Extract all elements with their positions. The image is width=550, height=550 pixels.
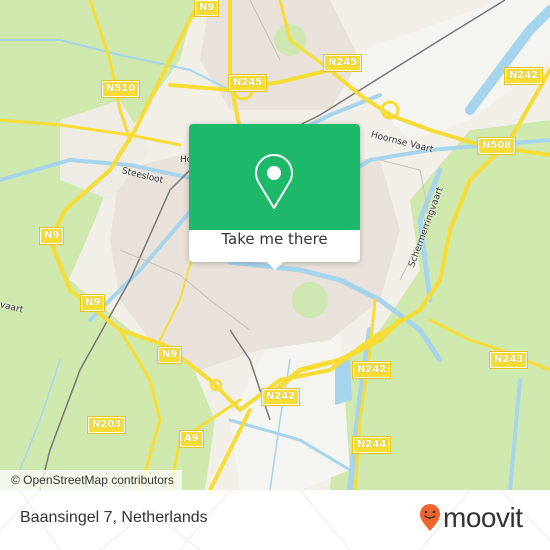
road-shield-n9: N9 <box>193 0 220 17</box>
destination-popup[interactable]: Take me there <box>189 124 360 270</box>
road-shield-n9: N9 <box>38 227 65 245</box>
moovit-wordmark: moovit <box>443 502 523 533</box>
moovit-logo[interactable]: moovit <box>419 500 523 536</box>
map[interactable]: N9 N245 N245 N242 N510 N508 N9 N9 N9 N24… <box>0 0 550 490</box>
road-shield-n245: N245 <box>322 54 363 72</box>
map-attribution[interactable]: © OpenStreetMap contributors <box>0 470 182 490</box>
popup-header[interactable] <box>189 124 360 230</box>
road-shield-n510: N510 <box>100 80 141 98</box>
road-shield-n203: N203 <box>86 416 127 434</box>
road-shield-a9: A9 <box>179 430 204 448</box>
take-me-there-button[interactable]: Take me there <box>189 230 360 262</box>
road-shield-n243: N243 <box>488 351 529 369</box>
road-shield-n245: N245 <box>227 74 268 92</box>
road-shield-n9: N9 <box>156 346 183 364</box>
road-shield-n508: N508 <box>476 137 517 155</box>
road-shield-n242: N242 <box>260 388 301 406</box>
road-shield-n244: N244 <box>351 436 392 454</box>
road-shield-n242: N242 <box>351 361 392 379</box>
popup-pointer <box>267 262 283 270</box>
road-shield-n242: N242 <box>503 67 544 85</box>
moovit-pin-icon <box>420 504 440 531</box>
footer: Baansingel 7, Netherlands moovit <box>0 490 550 550</box>
map-pin-icon <box>255 154 293 209</box>
address-label: Baansingel 7, Netherlands <box>20 509 208 526</box>
road-shield-n9: N9 <box>79 294 106 312</box>
